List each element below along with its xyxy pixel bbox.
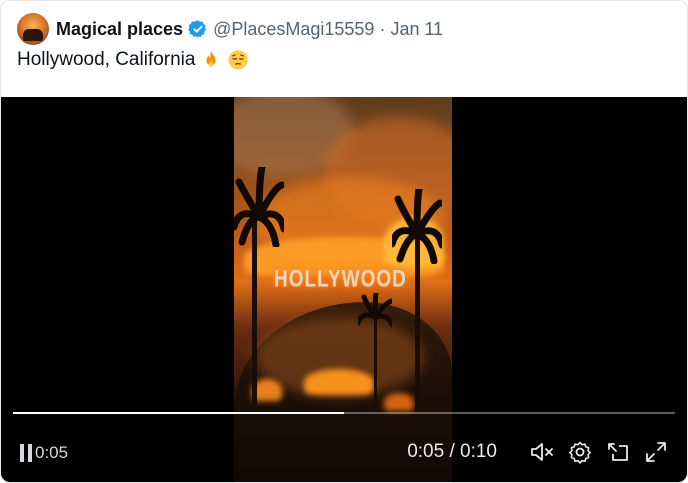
hollywood-sign: HOLLYWOOD (274, 266, 407, 293)
avatar[interactable] (17, 13, 49, 45)
fullscreen-icon[interactable] (643, 439, 669, 465)
pause-icon[interactable] (19, 443, 33, 463)
elapsed-time-label: 0:05 (35, 443, 69, 462)
picture-in-picture-icon[interactable] (605, 439, 631, 465)
tweet-card[interactable]: Magical places @PlacesMagi15559 · Jan 11… (0, 0, 688, 483)
separator-dot: · (379, 18, 386, 39)
progress-bar-fill (13, 412, 344, 414)
tweet-text: Hollywood, California (17, 49, 249, 71)
time-display: 0:05 / 0:10 (407, 441, 497, 462)
verified-badge-icon (188, 20, 207, 38)
display-name[interactable]: Magical places (56, 19, 183, 40)
video-frame-image: HOLLYWOOD (234, 97, 452, 482)
right-controls: 0:05 / 0:10 (407, 439, 669, 465)
tweet-date[interactable]: Jan 11 (390, 19, 443, 40)
mute-icon[interactable] (529, 439, 555, 465)
video-player[interactable]: HOLLYWOOD 0:05 0:05 / 0:10 (1, 97, 687, 482)
tweet-text-content: Hollywood, California (17, 49, 196, 70)
settings-icon[interactable] (567, 439, 593, 465)
palm-tree-left (234, 167, 284, 247)
pensive-face-emoji-icon (228, 50, 249, 70)
progress-bar[interactable] (13, 412, 675, 414)
palm-tree-right (392, 189, 442, 264)
fire-emoji-icon (206, 50, 217, 67)
user-handle[interactable]: @PlacesMagi15559 (213, 19, 374, 40)
palm-tree-small (358, 293, 392, 328)
left-controls: 0:05 (19, 443, 68, 463)
tweet-header: Magical places @PlacesMagi15559 · Jan 11 (17, 13, 443, 45)
